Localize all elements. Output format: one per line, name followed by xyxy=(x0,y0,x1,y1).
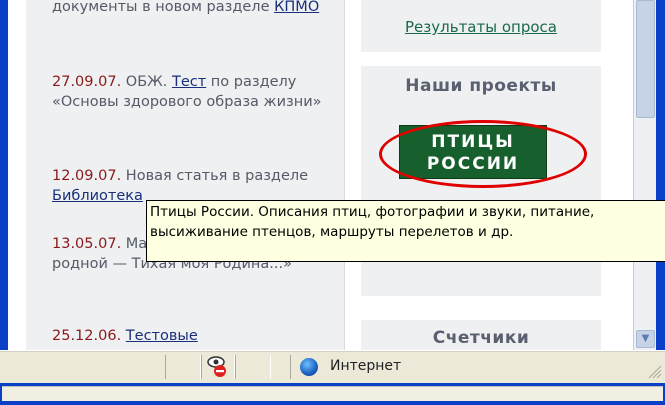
scrollbar-thumb[interactable] xyxy=(636,0,655,118)
news-item: документы в новом разделе КПМО xyxy=(52,0,352,17)
news-item: 27.09.07. ОБЖ. Тест по разделу «Основы з… xyxy=(52,72,352,112)
news-column: документы в новом разделе КПМО 27.09.07.… xyxy=(26,0,345,350)
news-link-test[interactable]: Тест xyxy=(172,74,206,90)
news-date: 13.05.07. xyxy=(52,236,122,252)
right-column: Результаты опроса Наши проекты ПТИЦЫ РОС… xyxy=(355,0,630,350)
taskbar-strip xyxy=(2,386,663,401)
poll-box: Результаты опроса xyxy=(361,0,601,52)
news-date: 25.12.06. xyxy=(52,328,122,344)
projects-title: Наши проекты xyxy=(405,76,557,96)
news-date: 12.09.07. xyxy=(52,168,122,184)
poll-results-link[interactable]: Результаты опроса xyxy=(361,18,601,36)
status-bar: Интернет xyxy=(0,350,665,384)
banner-line-2: РОССИИ xyxy=(426,154,520,174)
news-link-tests[interactable]: Тестовые xyxy=(126,328,198,344)
tooltip: Птицы России. Описания птиц, фотографии … xyxy=(146,200,665,262)
resize-grip-icon[interactable] xyxy=(646,363,662,379)
browser-viewport: документы в новом разделе КПМО 27.09.07.… xyxy=(8,0,656,350)
banner-line-1: ПТИЦЫ xyxy=(431,132,515,152)
news-text: Новая статья в разделе xyxy=(121,168,309,184)
internet-zone-globe-icon xyxy=(300,358,318,376)
scroll-down-arrow-icon[interactable]: ▼ xyxy=(636,330,655,348)
vertical-scrollbar[interactable]: ▼ xyxy=(633,0,656,350)
counters-title: Счетчики xyxy=(432,328,530,348)
status-cell xyxy=(235,355,271,379)
news-link-library[interactable]: Библиотека xyxy=(52,188,143,204)
news-text: ОБЖ. xyxy=(121,74,172,90)
security-zone-label: Интернет xyxy=(330,358,402,374)
counters-box: Счетчики xyxy=(361,320,601,350)
status-cell xyxy=(165,355,201,379)
news-text: документы в новом разделе xyxy=(52,0,275,15)
news-link-kpmo[interactable]: КПМО xyxy=(274,0,319,15)
birds-of-russia-banner[interactable]: ПТИЦЫ РОССИИ xyxy=(399,125,547,179)
privacy-report-icon[interactable] xyxy=(205,354,231,380)
news-item: 25.12.06. Тестовые xyxy=(52,326,352,346)
news-date: 27.09.07. xyxy=(52,74,122,90)
